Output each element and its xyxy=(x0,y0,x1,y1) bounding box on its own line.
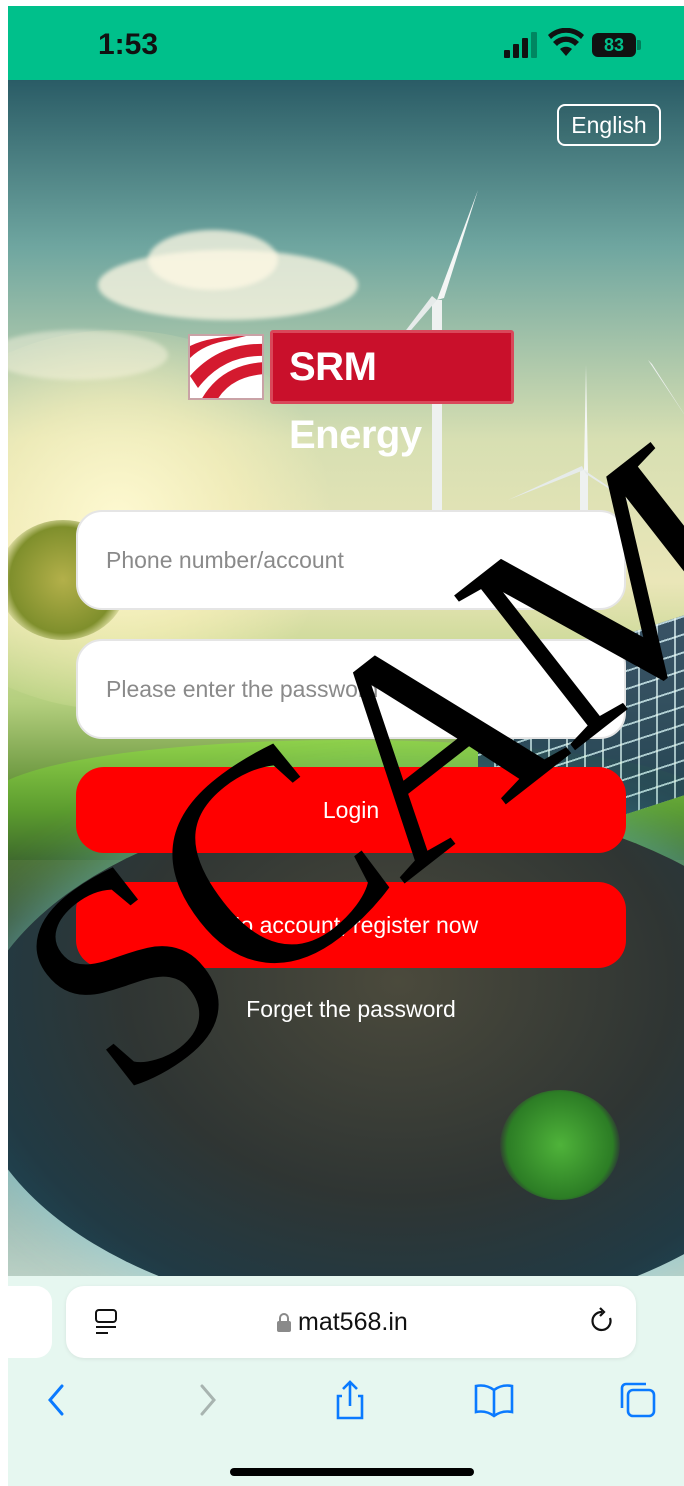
share-icon[interactable] xyxy=(330,1380,370,1420)
brand-logo: SRM Energy xyxy=(188,330,514,457)
status-time: 1:53 xyxy=(98,28,159,61)
home-indicator xyxy=(230,1468,474,1476)
cloud xyxy=(148,230,278,290)
bookmarks-icon[interactable] xyxy=(474,1380,514,1420)
url-text: mat568.in xyxy=(298,1308,408,1336)
previous-tab-preview[interactable] xyxy=(8,1286,52,1358)
status-bar: 1:53 83 xyxy=(8,6,684,80)
wifi-icon xyxy=(548,28,584,56)
address-bar[interactable]: mat568.in xyxy=(66,1286,636,1358)
back-icon[interactable] xyxy=(38,1380,78,1420)
phone-screen: 1:53 83 English SRM Energy Phone number/… xyxy=(8,6,684,1486)
cellular-signal-icon xyxy=(504,32,538,58)
battery-icon: 83 xyxy=(592,33,636,57)
language-button[interactable]: English xyxy=(557,104,661,146)
tabs-icon[interactable] xyxy=(618,1380,658,1420)
reload-icon[interactable] xyxy=(588,1306,616,1336)
battery-tip xyxy=(637,40,641,50)
page-menu-icon[interactable] xyxy=(94,1308,118,1336)
lock-icon xyxy=(277,1313,291,1332)
forward-icon[interactable] xyxy=(186,1380,226,1420)
tree xyxy=(500,1090,620,1200)
logo-mark-icon xyxy=(188,334,264,400)
browser-toolbar: mat568.in xyxy=(8,1276,684,1486)
brand-name: SRM Energy xyxy=(270,330,514,457)
